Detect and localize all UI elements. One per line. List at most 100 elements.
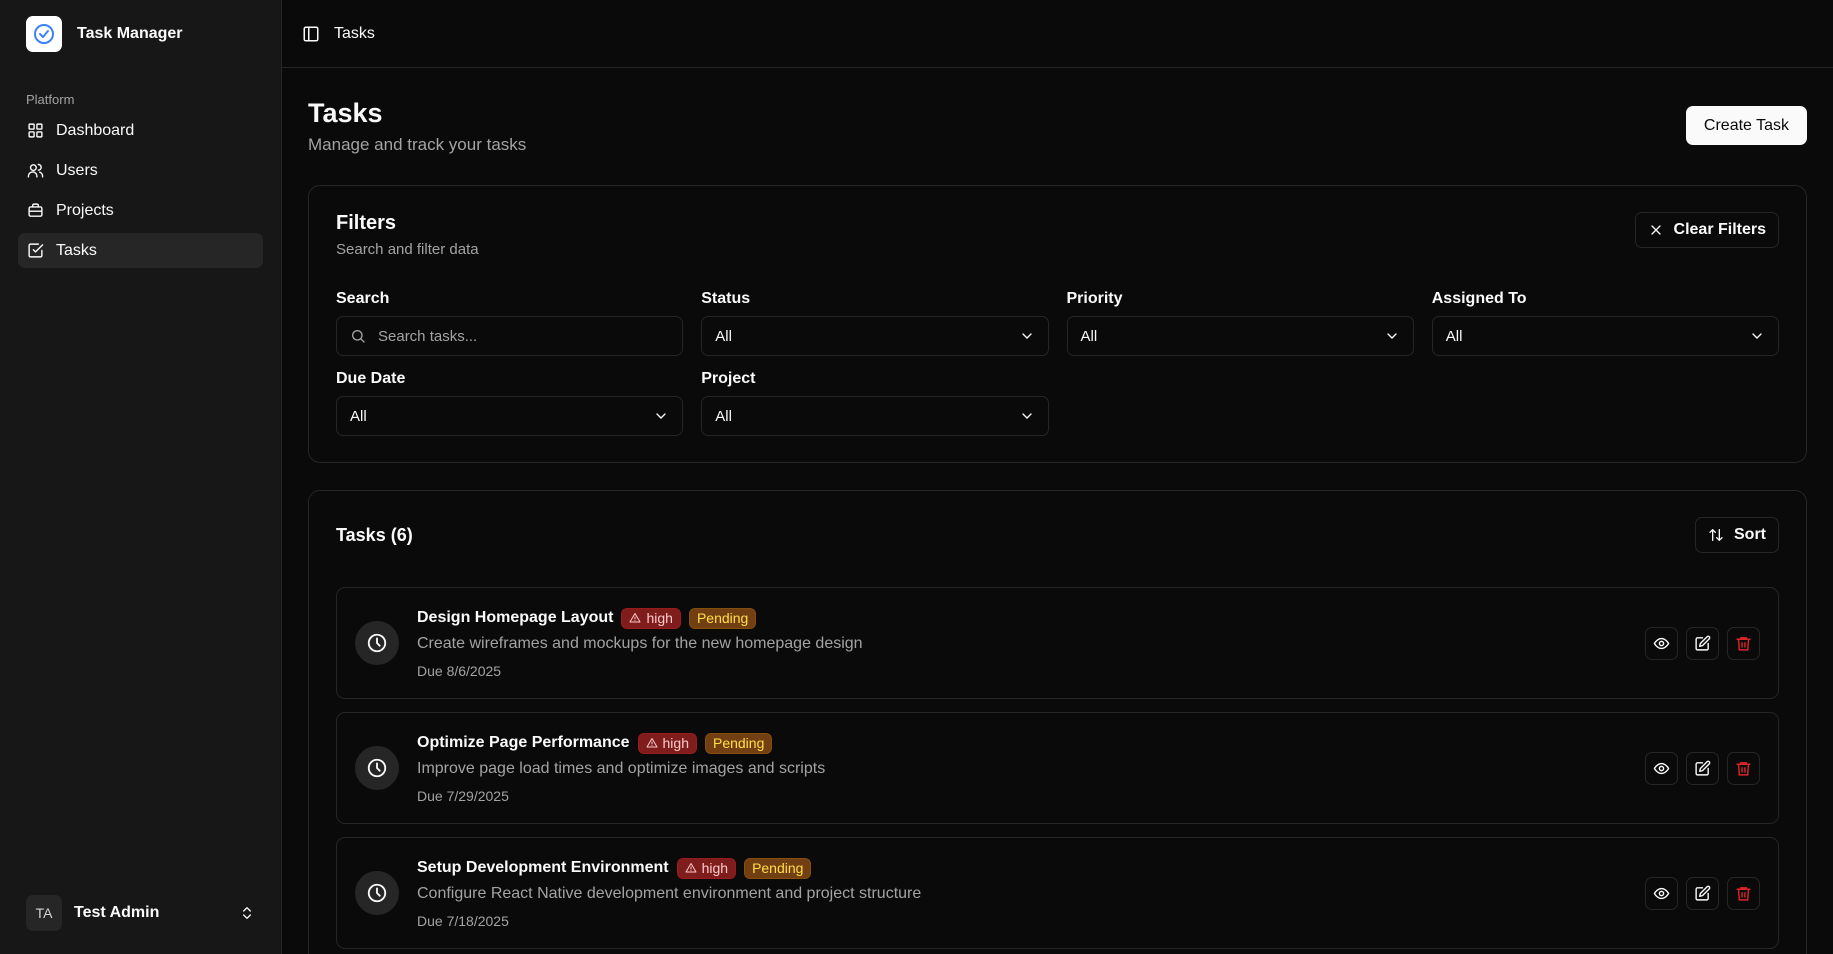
assigned-select[interactable]: All [1431, 316, 1779, 356]
page-subtitle: Manage and track your tasks [308, 135, 527, 154]
breadcrumb[interactable]: Tasks [334, 25, 375, 43]
priority-filter: Priority All [1066, 290, 1414, 356]
assigned-value: All [1445, 327, 1463, 345]
priority-text: high [662, 735, 689, 751]
app-root: Task Manager Platform Dashboard Users Pr… [0, 0, 1833, 954]
edit-button[interactable] [1686, 626, 1719, 660]
filter-grid: Search Search tasks... Status All Priori… [336, 290, 1779, 436]
priority-text: high [646, 610, 673, 626]
sidebar-item-label: Users [56, 161, 98, 179]
task-description: Create wireframes and mockups for the ne… [417, 634, 863, 652]
task-description: Configure React Native development envir… [417, 884, 922, 902]
sidebar-item-projects[interactable]: Projects [18, 193, 263, 228]
create-task-button[interactable]: Create Task [1685, 106, 1807, 145]
project-value: All [715, 407, 732, 425]
user-name: Test Admin [74, 904, 160, 921]
task-due-date: Due 7/29/2025 [417, 787, 509, 804]
sidebar-item-dashboard[interactable]: Dashboard [18, 113, 263, 148]
task-item[interactable]: Design Homepage Layout high Pending Crea… [336, 587, 1779, 699]
status-badge: Pending [704, 732, 773, 754]
trash-icon [1736, 761, 1751, 776]
priority-text: high [701, 860, 729, 876]
page-title: Tasks [308, 98, 383, 128]
task-actions [1645, 626, 1760, 660]
view-button[interactable] [1645, 876, 1678, 910]
close-icon [1650, 225, 1661, 235]
due-date-label: Due Date [336, 370, 406, 387]
edit-button[interactable] [1686, 751, 1719, 785]
task-name: Design Homepage Layout [417, 609, 614, 626]
task-description: Improve page load times and optimize ima… [417, 759, 826, 777]
tasks-card: Tasks (6) Sort Design Homepage Layout hi… [308, 490, 1807, 954]
page-header: Tasks Manage and track your tasks Create… [308, 98, 1807, 155]
delete-button[interactable] [1727, 876, 1760, 910]
clock-icon [355, 746, 399, 790]
chevrons-up-down-icon [243, 907, 251, 919]
priority-badge: high [637, 732, 697, 754]
priority-value: All [1080, 327, 1098, 345]
due-date-value: All [350, 407, 367, 425]
project-select[interactable]: All [701, 396, 1049, 436]
search-label: Search [336, 290, 390, 307]
priority-badge: high [621, 607, 681, 629]
eye-icon [1653, 637, 1670, 649]
delete-button[interactable] [1727, 751, 1760, 785]
checkbox-icon [28, 243, 44, 258]
filters-title: Filters [336, 212, 397, 234]
status-filter: Status All [701, 290, 1049, 356]
task-item[interactable]: Setup Development Environment high Pendi… [336, 837, 1779, 949]
page-content: Tasks Manage and track your tasks Create… [282, 68, 1833, 954]
alert-triangle-icon [629, 613, 641, 623]
clear-filters-button[interactable]: Clear Filters [1634, 212, 1779, 248]
logo-check-icon [26, 16, 62, 52]
delete-button[interactable] [1727, 626, 1760, 660]
task-list: Design Homepage Layout high Pending Crea… [336, 587, 1779, 949]
assigned-filter: Assigned To All [1431, 290, 1779, 356]
trash-icon [1736, 886, 1751, 901]
alert-triangle-icon [685, 863, 697, 873]
priority-select[interactable]: All [1066, 316, 1414, 356]
due-date-select[interactable]: All [336, 396, 684, 436]
edit-icon [1695, 760, 1711, 776]
search-placeholder: Search tasks... [378, 327, 478, 345]
briefcase-icon [28, 203, 43, 217]
task-name: Optimize Page Performance [417, 734, 630, 751]
sort-button[interactable]: Sort [1695, 517, 1779, 553]
filters-card: Filters Search and filter data Clear Fil… [308, 185, 1807, 463]
search-input[interactable]: Search tasks... [336, 316, 684, 356]
trash-icon [1736, 636, 1751, 651]
sidebar-item-label: Projects [56, 201, 114, 219]
view-button[interactable] [1645, 626, 1678, 660]
task-actions [1645, 876, 1760, 910]
task-item[interactable]: Optimize Page Performance high Pending I… [336, 712, 1779, 824]
filters-subtitle: Search and filter data [336, 241, 479, 258]
chevron-down-icon [1021, 413, 1032, 419]
brand[interactable]: Task Manager [0, 0, 281, 68]
sidebar-item-users[interactable]: Users [18, 153, 263, 188]
sidebar-toggle-icon[interactable] [302, 25, 320, 43]
users-icon [27, 163, 44, 178]
sidebar-item-tasks[interactable]: Tasks [18, 233, 263, 268]
chevron-down-icon [1752, 333, 1762, 339]
sidebar-item-label: Dashboard [56, 121, 135, 139]
grid-icon [28, 123, 43, 138]
clock-icon [355, 871, 399, 915]
status-value: All [715, 327, 732, 345]
project-label: Project [701, 370, 756, 387]
edit-button[interactable] [1686, 876, 1719, 910]
tasks-title: Tasks (6) [336, 525, 413, 545]
clock-icon [355, 621, 399, 665]
app-name: Task Manager [77, 25, 183, 42]
status-badge: Pending [744, 857, 812, 879]
avatar: TA [26, 895, 62, 931]
assigned-label: Assigned To [1431, 290, 1527, 307]
view-button[interactable] [1645, 751, 1678, 785]
sort-label: Sort [1734, 526, 1766, 543]
sidebar-nav: Dashboard Users Projects Tasks [0, 113, 281, 268]
user-menu[interactable]: TA Test Admin [18, 888, 263, 938]
status-select[interactable]: All [701, 316, 1049, 356]
clear-filters-label: Clear Filters [1673, 221, 1766, 238]
task-actions [1645, 751, 1760, 785]
sidebar: Task Manager Platform Dashboard Users Pr… [0, 0, 282, 954]
sort-arrows-icon [1709, 529, 1723, 541]
